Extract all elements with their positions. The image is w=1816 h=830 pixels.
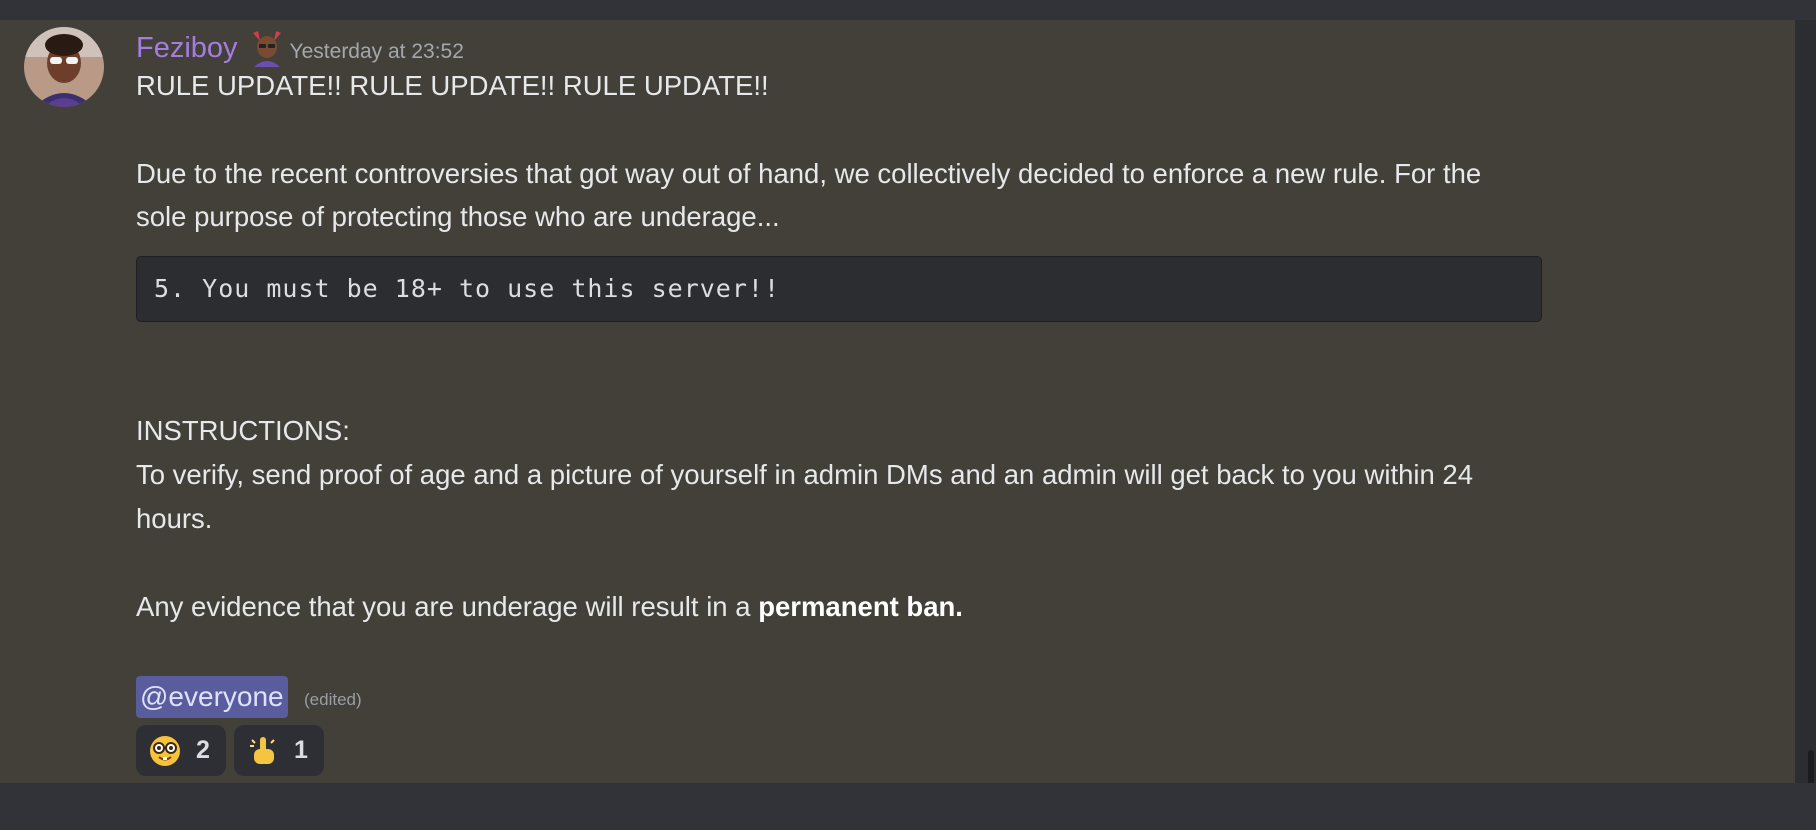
role-icon[interactable] bbox=[250, 29, 284, 67]
instructions-heading: INSTRUCTIONS: bbox=[136, 415, 350, 446]
avatar-image bbox=[24, 27, 104, 107]
instructions-line: To verify, send proof of age and a pictu… bbox=[136, 459, 1474, 490]
message-headline: RULE UPDATE!! RULE UPDATE!! RULE UPDATE!… bbox=[136, 70, 769, 101]
timestamp: Yesterday at 23:52 bbox=[289, 40, 464, 63]
instructions-line: hours. bbox=[136, 503, 213, 534]
pointing-finger-icon bbox=[246, 734, 280, 768]
message-header: Feziboy Yesterday at 23:52 bbox=[136, 28, 464, 68]
chat-message[interactable] bbox=[0, 20, 1795, 783]
scrollbar-track[interactable] bbox=[1795, 20, 1816, 803]
message-paragraph-line: Due to the recent controversies that got… bbox=[136, 158, 1482, 189]
everyone-mention[interactable]: @everyone bbox=[136, 676, 288, 718]
code-text: 5. You must be 18+ to use this server!! bbox=[154, 274, 780, 303]
edited-label: (edited) bbox=[304, 690, 362, 709]
bottom-divider bbox=[0, 783, 1816, 830]
evidence-bold-text: permanent ban. bbox=[758, 591, 963, 622]
reaction-count: 1 bbox=[294, 736, 308, 764]
code-block: 5. You must be 18+ to use this server!! bbox=[136, 256, 1542, 322]
message-paragraph-line: sole purpose of protecting those who are… bbox=[136, 201, 780, 232]
reaction-nerd-face[interactable]: 2 bbox=[136, 725, 226, 776]
top-divider bbox=[0, 0, 1816, 20]
nerd-face-icon bbox=[148, 734, 182, 768]
evidence-text: Any evidence that you are underage will … bbox=[136, 591, 759, 622]
avatar[interactable] bbox=[24, 27, 104, 107]
reaction-count: 2 bbox=[196, 736, 210, 764]
reaction-pointing-finger[interactable]: 1 bbox=[234, 725, 324, 776]
evidence-line: Any evidence that you are underage will … bbox=[136, 591, 963, 623]
username[interactable]: Feziboy bbox=[136, 32, 238, 65]
